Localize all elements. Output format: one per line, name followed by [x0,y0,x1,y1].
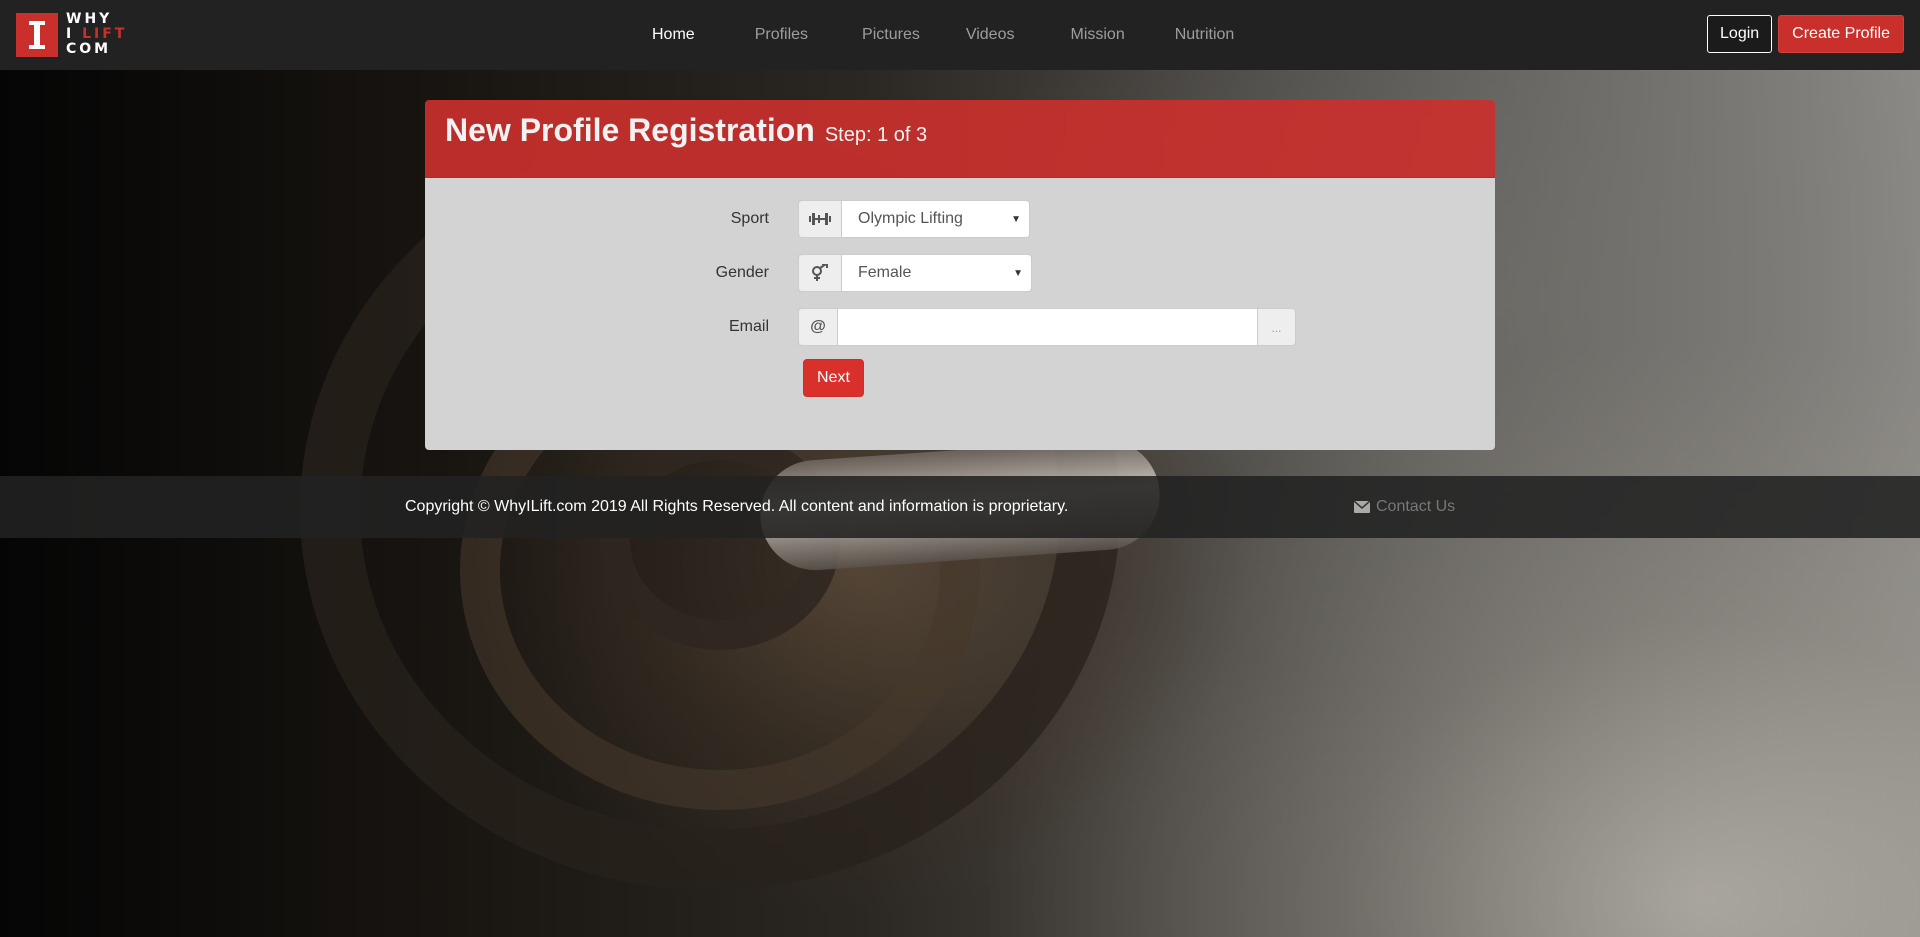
barbell-icon [798,200,842,238]
registration-form: Sport Olympic Lifting ▼ Gender Female ▼ … [425,178,1495,450]
gender-select[interactable]: Female ▼ [842,254,1032,292]
email-input-group: @ ... [798,308,1296,346]
registration-header: New Profile Registration Step: 1 of 3 [425,100,1495,178]
gender-label: Gender [715,264,769,281]
copyright-text: Copyright © WhyILift.com 2019 All Rights… [405,498,1069,515]
site-logo[interactable]: WHY I LIFT COM [16,12,127,57]
page-title: New Profile Registration [445,112,815,148]
registration-panel: New Profile Registration Step: 1 of 3 Sp… [425,100,1495,450]
dumbbell-logo-icon [16,12,58,57]
nav-home[interactable]: Home [640,0,707,70]
top-navbar: WHY I LIFT COM Home Profiles Pictures Vi… [0,0,1920,70]
nav-videos[interactable]: Videos [954,0,1027,70]
gender-row: Gender Female ▼ [425,254,1495,292]
gender-selected-value: Female [858,264,912,281]
contact-us-label: Contact Us [1376,498,1456,515]
nav-mission[interactable]: Mission [1058,0,1136,70]
sport-input-group: Olympic Lifting ▼ [798,200,1030,238]
at-sign-icon: @ [798,308,838,346]
envelope-icon [1354,501,1370,513]
login-button[interactable]: Login [1707,15,1773,53]
email-label: Email [728,318,769,335]
logo-wordmark: WHY I LIFT COM [66,11,128,57]
sport-label: Sport [730,210,769,227]
main-nav: Home Profiles Pictures Videos Mission Nu… [640,0,1246,70]
email-field[interactable] [838,308,1258,346]
nav-profiles[interactable]: Profiles [743,0,820,70]
chevron-down-icon: ▼ [1013,268,1023,279]
gender-input-group: Female ▼ [798,254,1032,292]
auth-buttons: Login Create Profile [1707,15,1904,53]
sport-row: Sport Olympic Lifting ▼ [425,200,1495,238]
page-footer: Copyright © WhyILift.com 2019 All Rights… [0,476,1920,538]
sport-selected-value: Olympic Lifting [858,210,963,227]
sport-select[interactable]: Olympic Lifting ▼ [842,200,1030,238]
contact-us-link[interactable]: Contact Us [1354,498,1455,516]
email-options-addon[interactable]: ... [1258,308,1296,346]
nav-nutrition[interactable]: Nutrition [1163,0,1247,70]
next-button[interactable]: Next [803,359,864,397]
email-row: Email @ ... [425,308,1495,346]
create-profile-button[interactable]: Create Profile [1778,15,1904,53]
nav-pictures[interactable]: Pictures [850,0,932,70]
chevron-down-icon: ▼ [1011,214,1021,225]
step-indicator: Step: 1 of 3 [824,124,928,146]
gender-icon [798,254,842,292]
